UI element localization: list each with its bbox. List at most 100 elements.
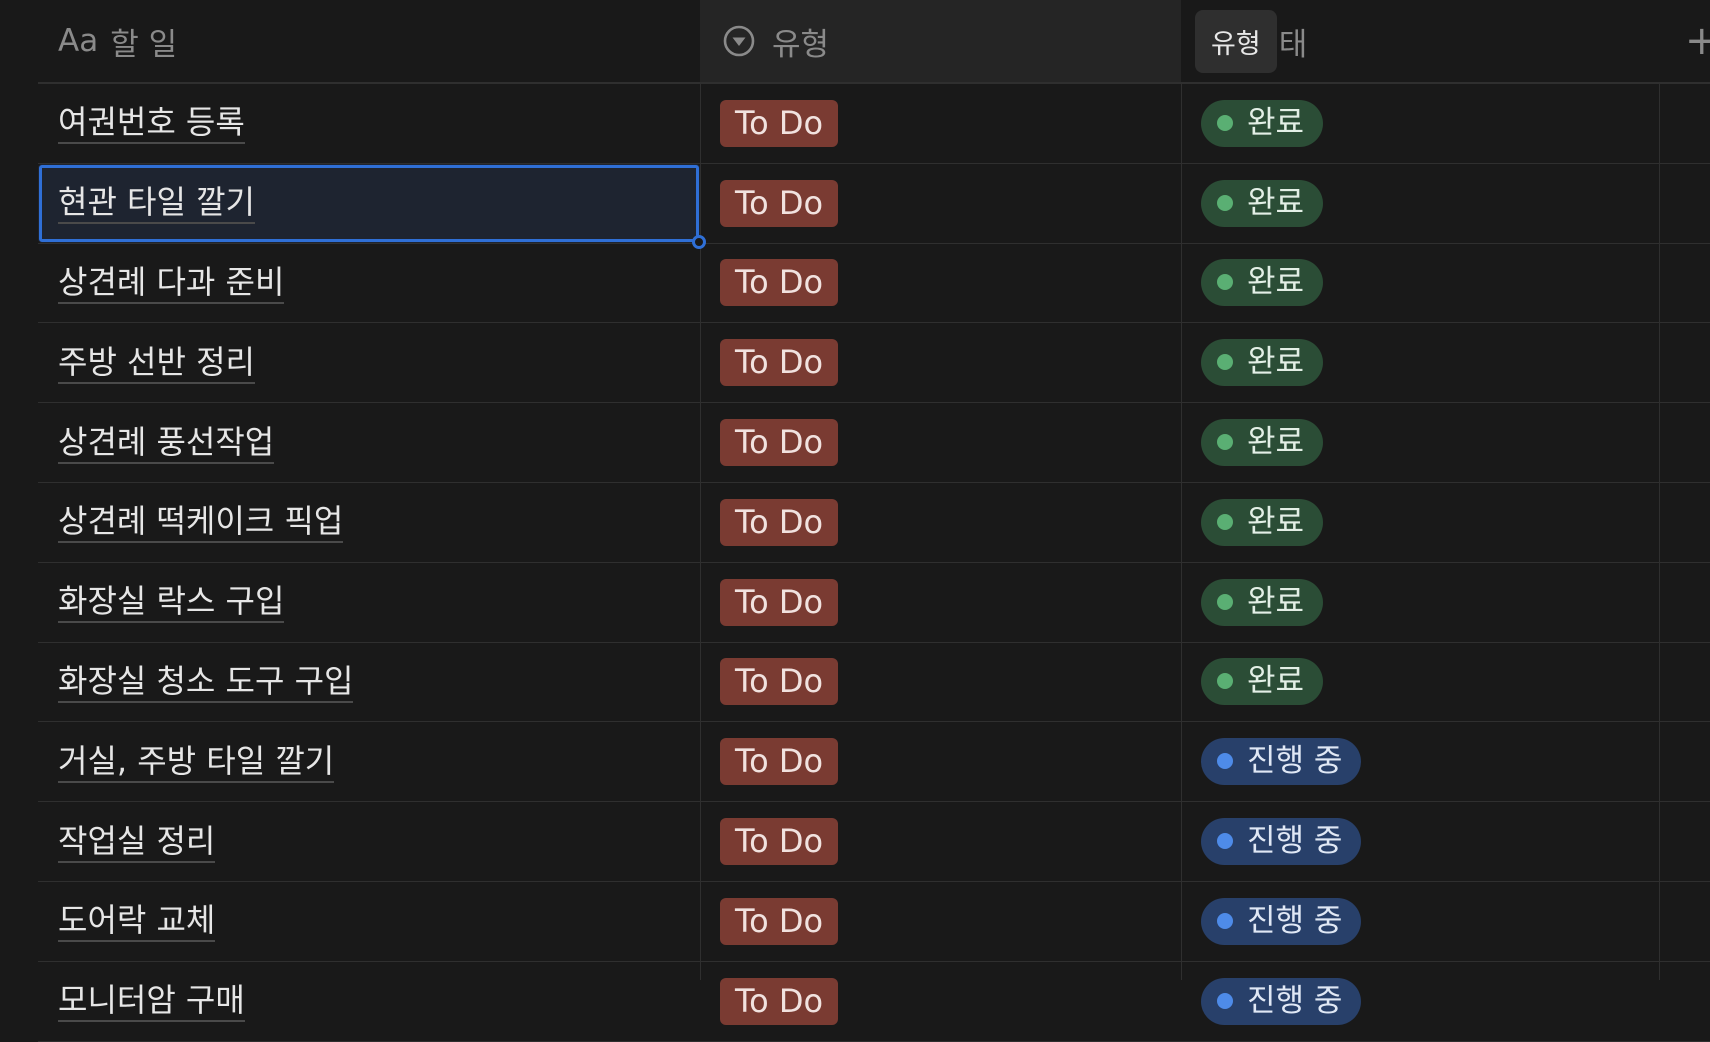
task-name-link[interactable]: 작업실 정리: [58, 821, 216, 863]
add-column-button[interactable]: +: [1685, 0, 1710, 82]
table-row[interactable]: 상견례 떡케이크 픽업 To Do 완료: [38, 483, 1710, 563]
status-cell[interactable]: 완료: [1181, 244, 1659, 323]
type-tag: To Do: [720, 339, 839, 387]
task-name-cell[interactable]: 화장실 락스 구입: [38, 563, 700, 642]
type-cell[interactable]: To Do: [700, 483, 1181, 562]
table-row[interactable]: 여권번호 등록 To Do 완료: [38, 84, 1710, 164]
status-cell[interactable]: 완료: [1181, 643, 1659, 722]
task-name-link[interactable]: 화장실 락스 구입: [58, 581, 285, 624]
type-cell[interactable]: To Do: [700, 164, 1181, 243]
task-name-link[interactable]: 거실, 주방 타일 깔기: [58, 741, 335, 783]
type-tag: To Do: [720, 419, 839, 467]
status-badge: 완료: [1201, 99, 1324, 147]
selection-fill-handle[interactable]: [692, 234, 706, 249]
task-name-cell[interactable]: 현관 타일 깔기: [38, 163, 706, 249]
type-tag: To Do: [720, 738, 839, 786]
status-dot-icon: [1217, 194, 1233, 211]
task-name-link[interactable]: 여권번호 등록: [58, 102, 245, 145]
table-row[interactable]: 모니터암 구매 To Do 진행 중: [38, 962, 1710, 1042]
task-name-link[interactable]: 현관 타일 깔기: [58, 182, 255, 225]
task-name-link[interactable]: 상견례 떡케이크 픽업: [58, 501, 344, 544]
table-row[interactable]: 현관 타일 깔기 To Do 완료: [38, 163, 1710, 249]
task-name-link[interactable]: 도어락 교체: [58, 900, 216, 943]
title-property-icon: Aa: [58, 23, 99, 59]
type-tag: To Do: [720, 658, 839, 706]
task-name-cell[interactable]: 상견례 풍선작업: [38, 403, 700, 482]
status-cell[interactable]: 완료: [1181, 483, 1659, 562]
type-cell[interactable]: To Do: [700, 802, 1181, 881]
status-badge: 진행 중: [1201, 897, 1362, 945]
status-cell[interactable]: 진행 중: [1181, 962, 1659, 1041]
type-tag: To Do: [720, 179, 839, 227]
type-cell[interactable]: To Do: [700, 962, 1181, 1041]
type-tag: To Do: [720, 259, 839, 307]
task-name-link[interactable]: 화장실 청소 도구 구입: [58, 661, 354, 703]
type-tag: To Do: [720, 99, 839, 147]
table-header: Aa 할 일 유형 유형 태 +: [0, 0, 1710, 82]
table-row[interactable]: 상견례 다과 준비 To Do 완료: [38, 244, 1710, 324]
type-cell[interactable]: To Do: [700, 643, 1181, 722]
type-tag: To Do: [720, 498, 839, 546]
table-row[interactable]: 도어락 교체 To Do 진행 중: [38, 882, 1710, 962]
table-row[interactable]: 작업실 정리 To Do 진행 중: [38, 802, 1710, 882]
status-dot-icon: [1217, 753, 1233, 770]
status-dot-icon: [1217, 354, 1233, 371]
task-name-cell[interactable]: 상견례 다과 준비: [38, 244, 700, 323]
status-label: 완료: [1247, 663, 1305, 700]
table-row[interactable]: 주방 선반 정리 To Do 완료: [38, 323, 1710, 404]
task-name-link[interactable]: 모니터암 구매: [58, 980, 245, 1023]
type-cell[interactable]: To Do: [700, 323, 1181, 402]
status-label: 진행 중: [1247, 982, 1343, 1019]
type-cell[interactable]: To Do: [700, 84, 1181, 163]
status-cell[interactable]: 완료: [1181, 563, 1659, 642]
status-label: 완료: [1247, 424, 1305, 461]
task-name-link[interactable]: 상견례 다과 준비: [58, 262, 285, 304]
status-cell[interactable]: 진행 중: [1181, 722, 1659, 801]
task-name-cell[interactable]: 여권번호 등록: [38, 84, 700, 163]
type-cell[interactable]: To Do: [700, 563, 1181, 642]
column-header-status-label: 태: [1278, 26, 1308, 63]
table-body: 여권번호 등록 To Do 완료 현관 타일 깔기 To Do 완료 상견례 다과 준비 To…: [0, 84, 1710, 1042]
column-header-task[interactable]: Aa 할 일: [38, 0, 700, 82]
column-header-status[interactable]: 유형 태: [1181, 0, 1659, 82]
status-label: 완료: [1247, 104, 1305, 141]
table-row[interactable]: 거실, 주방 타일 깔기 To Do 진행 중: [38, 722, 1710, 803]
status-cell[interactable]: 완료: [1181, 403, 1659, 482]
status-label: 진행 중: [1247, 902, 1343, 939]
table-row[interactable]: 화장실 청소 도구 구입 To Do 완료: [38, 643, 1710, 723]
type-tag: To Do: [720, 578, 839, 626]
status-label: 완료: [1247, 503, 1305, 540]
status-label: 진행 중: [1247, 823, 1343, 860]
status-badge: 완료: [1201, 419, 1324, 467]
status-badge: 완료: [1201, 658, 1324, 706]
status-cell[interactable]: 진행 중: [1181, 802, 1659, 881]
type-cell[interactable]: To Do: [700, 403, 1181, 482]
status-cell[interactable]: 완료: [1181, 323, 1659, 402]
status-badge: 진행 중: [1201, 738, 1362, 786]
task-name-cell[interactable]: 화장실 청소 도구 구입: [38, 643, 700, 722]
status-cell[interactable]: 진행 중: [1181, 882, 1659, 961]
status-dot-icon: [1217, 434, 1233, 451]
task-name-link[interactable]: 상견례 풍선작업: [58, 422, 275, 464]
type-cell[interactable]: To Do: [700, 244, 1181, 323]
status-dot-icon: [1217, 912, 1233, 929]
task-name-cell[interactable]: 작업실 정리: [38, 802, 700, 881]
status-label: 완료: [1247, 264, 1305, 301]
column-header-type[interactable]: 유형: [700, 0, 1181, 82]
type-cell[interactable]: To Do: [700, 882, 1181, 961]
status-dot-icon: [1217, 833, 1233, 850]
task-name-cell[interactable]: 거실, 주방 타일 깔기: [38, 722, 700, 801]
table-row[interactable]: 상견례 풍선작업 To Do 완료: [38, 403, 1710, 483]
task-name-cell[interactable]: 주방 선반 정리: [38, 323, 700, 402]
task-name-cell[interactable]: 상견례 떡케이크 픽업: [38, 483, 700, 562]
status-badge: 완료: [1201, 179, 1324, 227]
status-dot-icon: [1217, 114, 1233, 131]
status-cell[interactable]: 완료: [1181, 164, 1659, 243]
type-cell[interactable]: To Do: [700, 722, 1181, 801]
task-name-cell[interactable]: 모니터암 구매: [38, 962, 700, 1041]
task-name-link[interactable]: 주방 선반 정리: [58, 342, 255, 384]
status-badge: 완료: [1201, 498, 1324, 546]
table-row[interactable]: 화장실 락스 구입 To Do 완료: [38, 563, 1710, 643]
task-name-cell[interactable]: 도어락 교체: [38, 882, 700, 961]
status-cell[interactable]: 완료: [1181, 84, 1659, 163]
